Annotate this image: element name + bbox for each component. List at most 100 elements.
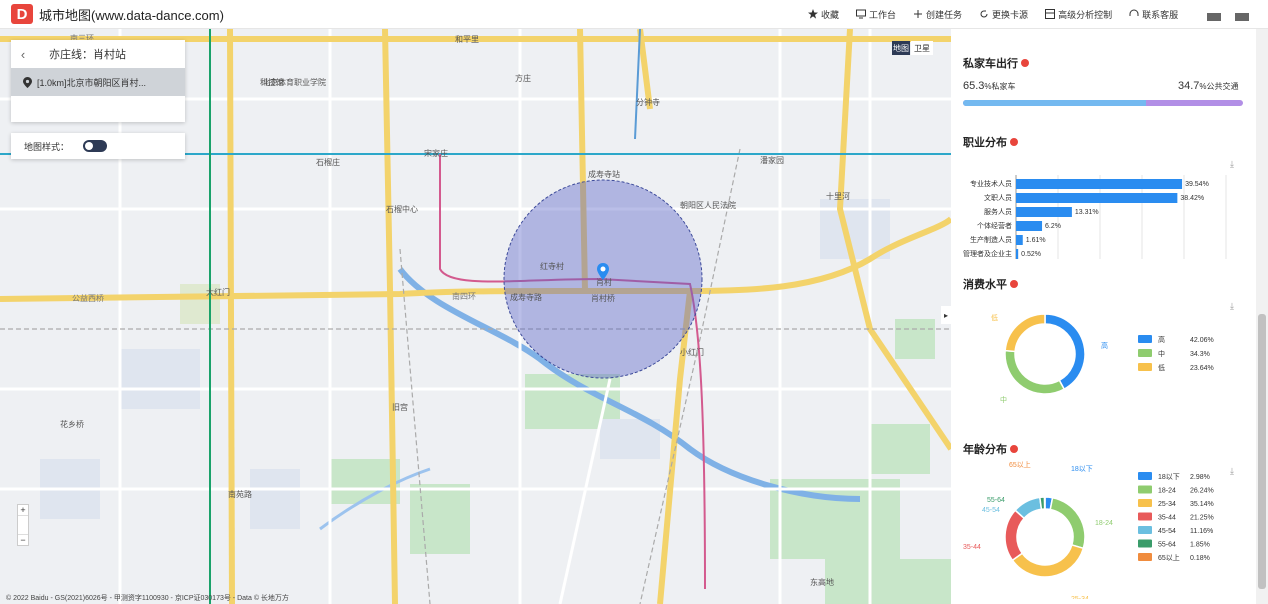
top-menu: 收藏 工作台 创建任务 更换卡源 高级分析控制 联系客服 [808, 0, 1178, 29]
legend-value: 42.06% [1190, 337, 1214, 344]
route-address: [1.0km]北京市朝阳区肖村... [37, 77, 147, 88]
legend-swatch [1138, 363, 1152, 371]
map-style-toggle[interactable] [83, 140, 108, 152]
donut-slice [1049, 496, 1086, 550]
car-share-bar [963, 100, 1243, 106]
menu-item[interactable]: 创建任务 [913, 8, 962, 21]
donut-slice [1004, 349, 1066, 395]
menu-item-label: 创建任务 [926, 10, 963, 20]
legend-label: 65以上 [1158, 553, 1180, 562]
bar-value-label: 13.31% [1075, 209, 1099, 216]
app-title: 城市地图(www.data-dance.com) [39, 7, 224, 23]
star-icon [808, 8, 818, 21]
menu-item-label: 更换卡源 [992, 10, 1029, 20]
car-share-fill [963, 100, 1146, 106]
scrollbar[interactable] [1256, 29, 1268, 604]
menu-item[interactable]: 工作台 [856, 8, 896, 21]
headset-icon [1129, 9, 1139, 21]
bar [1016, 179, 1183, 189]
grid-icon [1045, 8, 1056, 21]
menu-item-label: 工作台 [869, 10, 897, 20]
menu-item[interactable]: 收藏 [808, 8, 839, 21]
map-label: 南四环 [452, 292, 476, 301]
help-icon[interactable] [1021, 59, 1029, 67]
zoom-slider[interactable] [18, 515, 28, 535]
map-label: 石榴庄 [316, 158, 340, 167]
menu-item[interactable]: 更换卡源 [979, 8, 1028, 21]
bar-value-label: 38.42% [1180, 195, 1204, 202]
bar [1016, 249, 1019, 259]
donut-outer-label: 65以上 [1009, 460, 1031, 469]
bar [1016, 193, 1178, 203]
legend-label: 中 [1158, 349, 1165, 358]
top-bar: D 城市地图(www.data-dance.com) 收藏 工作台 创建任务 更换卡源… [0, 0, 1268, 29]
legend-swatch [1138, 472, 1152, 480]
minimize-button[interactable] [1207, 13, 1221, 21]
map-label: 旧宫 [392, 403, 408, 412]
analysis-panel: 私家车出行 65.3%私家车 34.7%公共交通 职业分布 ⤓ 0%10%20%… [951, 29, 1268, 604]
car-share: 65.3%私家车 [963, 80, 1016, 92]
collapse-panel-button[interactable]: ▸ [941, 306, 951, 324]
donut-outer-label: 低 [991, 313, 998, 322]
route-line-label: 亦庄线：肖村站 [49, 49, 126, 61]
menu-item-label: 收藏 [821, 10, 840, 20]
bar [1016, 235, 1023, 245]
y-category-label: 生产制造人员 [970, 235, 1012, 244]
y-category-label: 专业技术人员 [970, 179, 1012, 188]
donut-slice [1004, 313, 1046, 353]
donut-outer-label: 中 [1000, 395, 1007, 404]
map-label: 方庄 [515, 74, 531, 83]
bar [1016, 221, 1043, 231]
monitor-icon [856, 9, 867, 21]
map-label: 红寺村 [540, 262, 564, 271]
legend-swatch [1138, 499, 1152, 507]
satellite-layer-button[interactable]: 卫星 [911, 41, 933, 55]
back-icon[interactable]: ‹ [11, 47, 35, 62]
zoom-control: + − [17, 504, 29, 546]
legend-label: 高 [1158, 335, 1165, 344]
route-panel: ‹ 亦庄线：肖村站 [1.0km]北京市朝阳区肖村... [11, 40, 185, 122]
map-label: 成寿寺站 [588, 170, 620, 179]
help-icon[interactable] [1010, 445, 1018, 453]
donut-outer-label: 高 [1101, 341, 1108, 350]
legend-label: 55-64 [1158, 542, 1176, 549]
section-title: 职业分布 [963, 134, 1018, 150]
legend-value: 1.85% [1190, 542, 1210, 549]
zoom-in-button[interactable]: + [18, 505, 28, 515]
legend-label: 18以下 [1158, 473, 1180, 481]
legend-value: 35.14% [1190, 501, 1214, 508]
menu-item[interactable]: 高级分析控制 [1045, 8, 1112, 21]
location-pin-icon[interactable] [597, 263, 609, 281]
close-button[interactable] [1235, 13, 1249, 21]
occupation-bar-chart: 0%10%20%30%40%50%专业技术人员39.54%文职人员38.42%服… [963, 175, 1227, 259]
donut-slice [1004, 509, 1026, 562]
map-label: 北京体育职业学院 [262, 78, 326, 87]
map-label: 和平里 [455, 35, 479, 44]
map-label: 分钟寺 [636, 98, 660, 107]
map-layer-button[interactable]: 地图 [892, 41, 910, 55]
map-view[interactable]: 南三环 科技馆 和平里 北京体育职业学院 方庄 成寿寺站 分钟寺 十里河 潘家园… [0, 29, 951, 604]
bar-value-label: 6.2% [1045, 223, 1061, 230]
donut-outer-label: 18以下 [1071, 465, 1093, 473]
map-label: 大红门 [206, 288, 230, 297]
menu-item[interactable]: 联系客服 [1129, 8, 1178, 21]
age-donut-chart: 18以下 2.98% 18-24 26.24% 25-34 35.14% 35-44 21.2… [963, 460, 1214, 599]
legend-swatch [1138, 485, 1152, 494]
legend-swatch [1138, 349, 1152, 357]
app-logo[interactable]: D [11, 4, 33, 24]
map-label: 潘家园 [760, 156, 784, 165]
route-address-row[interactable]: [1.0km]北京市朝阳区肖村... [11, 68, 185, 96]
donut-slice [1011, 544, 1085, 578]
donut-outer-label: 35-44 [963, 544, 981, 551]
bar [1016, 207, 1072, 217]
bar-value-label: 1.61% [1026, 237, 1046, 244]
legend-label: 35-44 [1158, 515, 1176, 522]
consumption-donut-chart: 高 42.06%中 34.3%低 23.64%高中低 [991, 313, 1214, 404]
map-style-label: 地图样式： [24, 141, 70, 152]
help-icon[interactable] [1010, 138, 1018, 146]
help-icon[interactable] [1010, 280, 1018, 288]
y-category-label: 文职人员 [984, 193, 1012, 202]
map-label: 十里河 [826, 192, 850, 201]
scrollbar-thumb[interactable] [1258, 314, 1266, 589]
zoom-out-button[interactable]: − [18, 535, 28, 545]
